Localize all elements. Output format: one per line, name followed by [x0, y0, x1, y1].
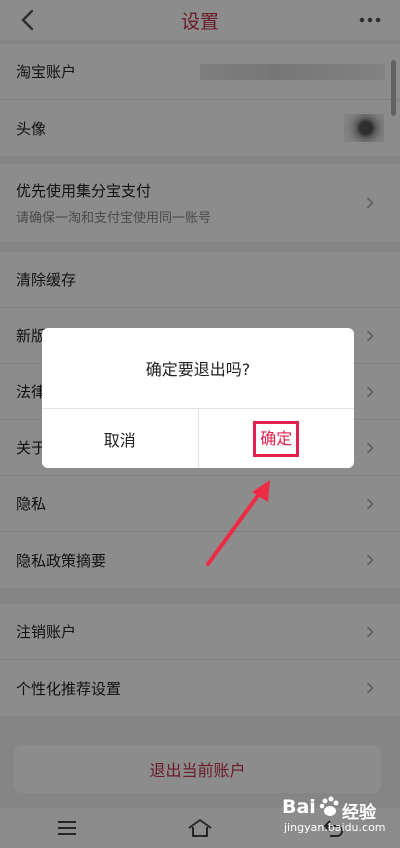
dialog-buttons: 取消 确定	[42, 408, 354, 468]
cancel-button[interactable]: 取消	[42, 409, 199, 468]
confirm-button[interactable]: 确定	[199, 409, 355, 468]
dialog-message: 确定要退出吗?	[145, 360, 251, 379]
confirm-highlight-box: 确定	[253, 420, 300, 457]
watermark-brand2: 经验	[342, 803, 376, 823]
settings-page: 设置 淘宝账户 头像 优先使用集分宝支付 请确保一淘和支付宝使用同一账号 清除缓…	[0, 0, 400, 848]
watermark: Bai 经验 jingyan.baidu.com	[282, 796, 386, 836]
annotation-arrow-icon	[206, 480, 270, 566]
paw-logo-icon	[319, 796, 339, 816]
watermark-brand: Bai	[282, 796, 316, 818]
watermark-url: jingyan.baidu.com	[284, 821, 386, 834]
logout-confirm-dialog: 确定要退出吗? 取消 确定	[42, 328, 354, 468]
